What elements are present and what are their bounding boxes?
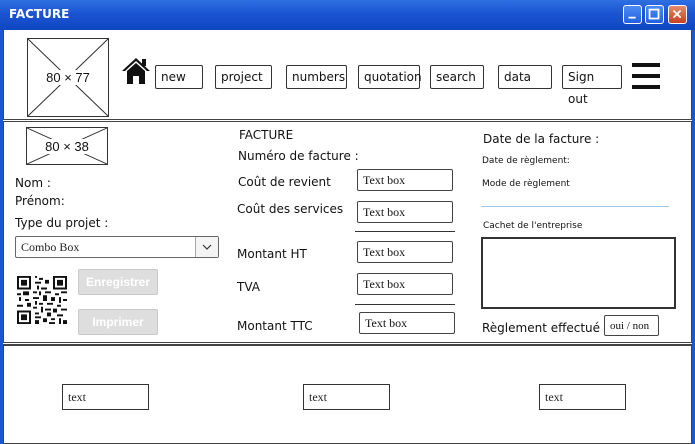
footer-text-field[interactable]: text (62, 384, 149, 410)
maximize-icon (648, 8, 660, 20)
footer-text-field[interactable]: text (539, 384, 626, 410)
mode-reglement-label: Mode de règlement (482, 179, 570, 189)
combobox-value: Combo Box (21, 240, 80, 254)
cout-revient-label: Coût de revient (238, 175, 331, 189)
cout-services-textbox[interactable]: Text box (357, 201, 453, 223)
nav-new-button[interactable]: new (155, 65, 203, 89)
nav-search-button[interactable]: search (430, 65, 484, 89)
maximize-button[interactable] (645, 5, 664, 24)
numero-facture-label: Numéro de facture : (238, 149, 359, 163)
date-reglement-label: Date de règlement: (482, 156, 570, 166)
save-button[interactable]: Enregistrer (78, 269, 158, 295)
nav-data-button[interactable]: data (498, 65, 552, 89)
montant-ht-textbox[interactable]: Text box (357, 241, 453, 263)
cout-services-label: Coût des services (237, 202, 344, 216)
nom-label: Nom : (15, 176, 51, 190)
logo-placeholder: 80 × 77 (27, 38, 109, 117)
home-button[interactable] (121, 56, 151, 86)
cachet-area[interactable] (481, 237, 676, 309)
logo-placeholder-label: 80 × 77 (44, 70, 92, 85)
hamburger-menu-button[interactable] (632, 62, 660, 90)
hamburger-icon (632, 63, 660, 89)
home-icon (122, 58, 150, 84)
nav-quotation-button[interactable]: quotation (358, 65, 422, 89)
total-divider (355, 304, 455, 305)
mode-reglement-field[interactable] (481, 198, 669, 207)
title-bar: FACTURE (0, 0, 695, 30)
reglement-effectue-label: Règlement effectué (482, 321, 601, 335)
cout-revient-textbox[interactable]: Text box (357, 169, 453, 191)
sign-out-button[interactable]: Sign out (562, 65, 622, 106)
type-projet-label: Type du projet : (15, 216, 109, 230)
nav-project-button[interactable]: project (215, 65, 272, 89)
nav-numbers-button[interactable]: numbers (286, 65, 347, 89)
qr-code (17, 276, 67, 324)
oui-non-toggle[interactable]: oui / non (604, 315, 659, 336)
montant-ttc-textbox[interactable]: Text box (359, 312, 455, 334)
prenom-label: Prénom: (15, 194, 65, 208)
minimize-icon (628, 16, 636, 19)
subtotal-divider (355, 231, 455, 232)
minimize-button[interactable] (623, 5, 642, 24)
cachet-label: Cachet de l'entreprise (483, 221, 583, 231)
combobox-arrow[interactable] (195, 237, 218, 257)
small-placeholder-label: 80 × 38 (43, 138, 91, 154)
tva-textbox[interactable]: Text box (357, 273, 453, 295)
footer-text-field[interactable]: text (303, 384, 390, 410)
montant-ttc-label: Montant TTC (237, 319, 313, 333)
chevron-down-icon (202, 244, 212, 250)
tva-label: TVA (237, 280, 260, 294)
qr-code-icon (17, 276, 67, 324)
type-projet-combobox[interactable]: Combo Box (15, 236, 219, 258)
date-facture-label: Date de la facture : (483, 132, 600, 146)
close-icon (672, 9, 682, 19)
print-button[interactable]: Imprimer (78, 309, 158, 335)
small-placeholder: 80 × 38 (26, 127, 108, 165)
facture-heading: FACTURE (239, 128, 294, 142)
window-title: FACTURE (9, 7, 70, 21)
montant-ht-label: Montant HT (237, 247, 307, 261)
close-button[interactable] (668, 5, 687, 24)
